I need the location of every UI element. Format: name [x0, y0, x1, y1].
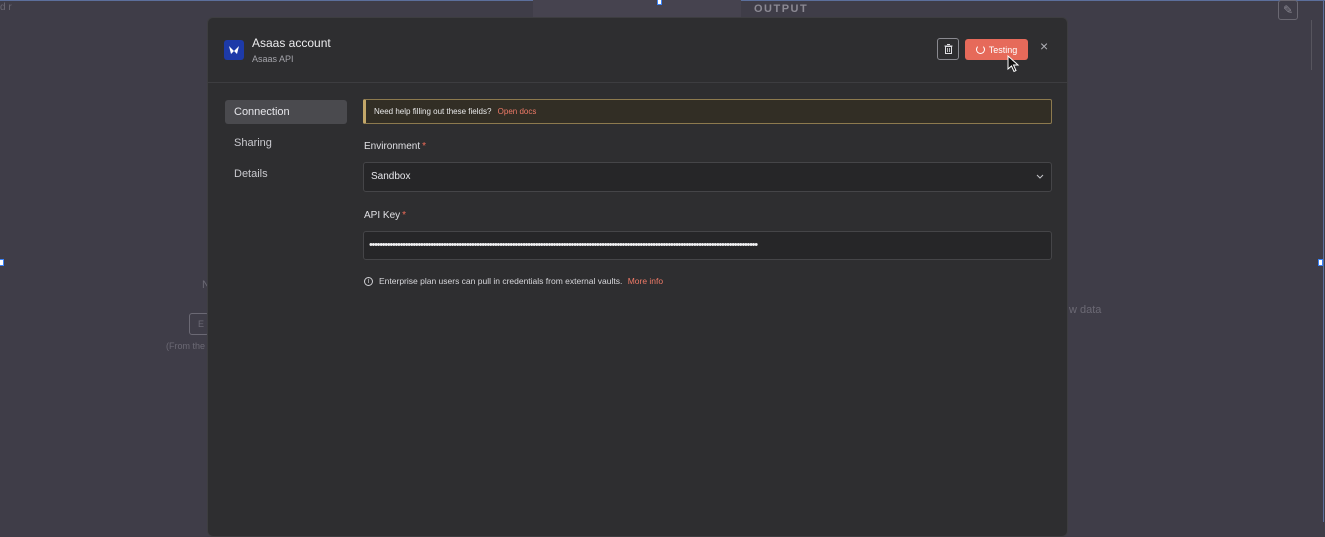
- background-left-hint: (From the: [166, 341, 206, 351]
- chevron-down-icon: [1036, 163, 1044, 202]
- help-banner-text: Need help filling out these fields?: [374, 107, 492, 116]
- required-mark: *: [402, 210, 407, 221]
- modal-header: Asaas account Asaas API Testing ×: [208, 18, 1067, 83]
- background-right-text: w data: [1069, 304, 1102, 316]
- mouse-cursor-icon: [1007, 55, 1020, 73]
- delete-button[interactable]: [937, 38, 959, 60]
- background-left-button: E: [189, 313, 209, 335]
- api-key-label: API Key *: [364, 210, 406, 221]
- environment-label: Environment *: [364, 141, 426, 152]
- background-corner-text: d r: [0, 2, 12, 13]
- modal-subtitle: Asaas API: [252, 54, 294, 64]
- modal-title: Asaas account: [252, 36, 331, 50]
- output-panel-title: OUTPUT: [754, 3, 809, 15]
- sidebar-item-details[interactable]: Details: [225, 162, 347, 186]
- close-icon[interactable]: ×: [1040, 38, 1048, 54]
- asaas-logo-icon: [224, 40, 244, 60]
- api-key-input[interactable]: ••••••••••••••••••••••••••••••••••••••••…: [363, 231, 1052, 260]
- api-key-label-text: API Key: [364, 210, 401, 221]
- resize-handle-top[interactable]: [657, 0, 662, 5]
- environment-select[interactable]: Sandbox: [363, 162, 1052, 192]
- resize-handle-left[interactable]: [0, 259, 4, 266]
- credential-modal: Asaas account Asaas API Testing × Connec…: [207, 17, 1068, 537]
- resize-handle-right[interactable]: [1318, 259, 1323, 266]
- background-scrollbar: [1311, 20, 1320, 70]
- sidebar-item-sharing[interactable]: Sharing: [225, 131, 347, 155]
- required-mark: *: [422, 141, 427, 152]
- vault-info-text: Enterprise plan users can pull in creden…: [379, 276, 623, 286]
- pencil-icon[interactable]: ✎: [1278, 0, 1298, 20]
- help-banner: Need help filling out these fields? Open…: [363, 99, 1052, 124]
- vault-info-row: i Enterprise plan users can pull in cred…: [364, 276, 663, 286]
- info-icon: i: [364, 276, 373, 286]
- more-info-link[interactable]: More info: [628, 276, 663, 286]
- testing-label: Testing: [988, 44, 1018, 55]
- environment-select-value: Sandbox: [371, 171, 411, 182]
- trash-icon: [944, 44, 952, 54]
- canvas-frame-right: [1323, 0, 1324, 522]
- spinner-icon: [975, 45, 985, 54]
- environment-label-text: Environment: [364, 141, 421, 152]
- open-docs-link[interactable]: Open docs: [498, 107, 537, 116]
- sidebar-item-connection[interactable]: Connection: [225, 100, 347, 124]
